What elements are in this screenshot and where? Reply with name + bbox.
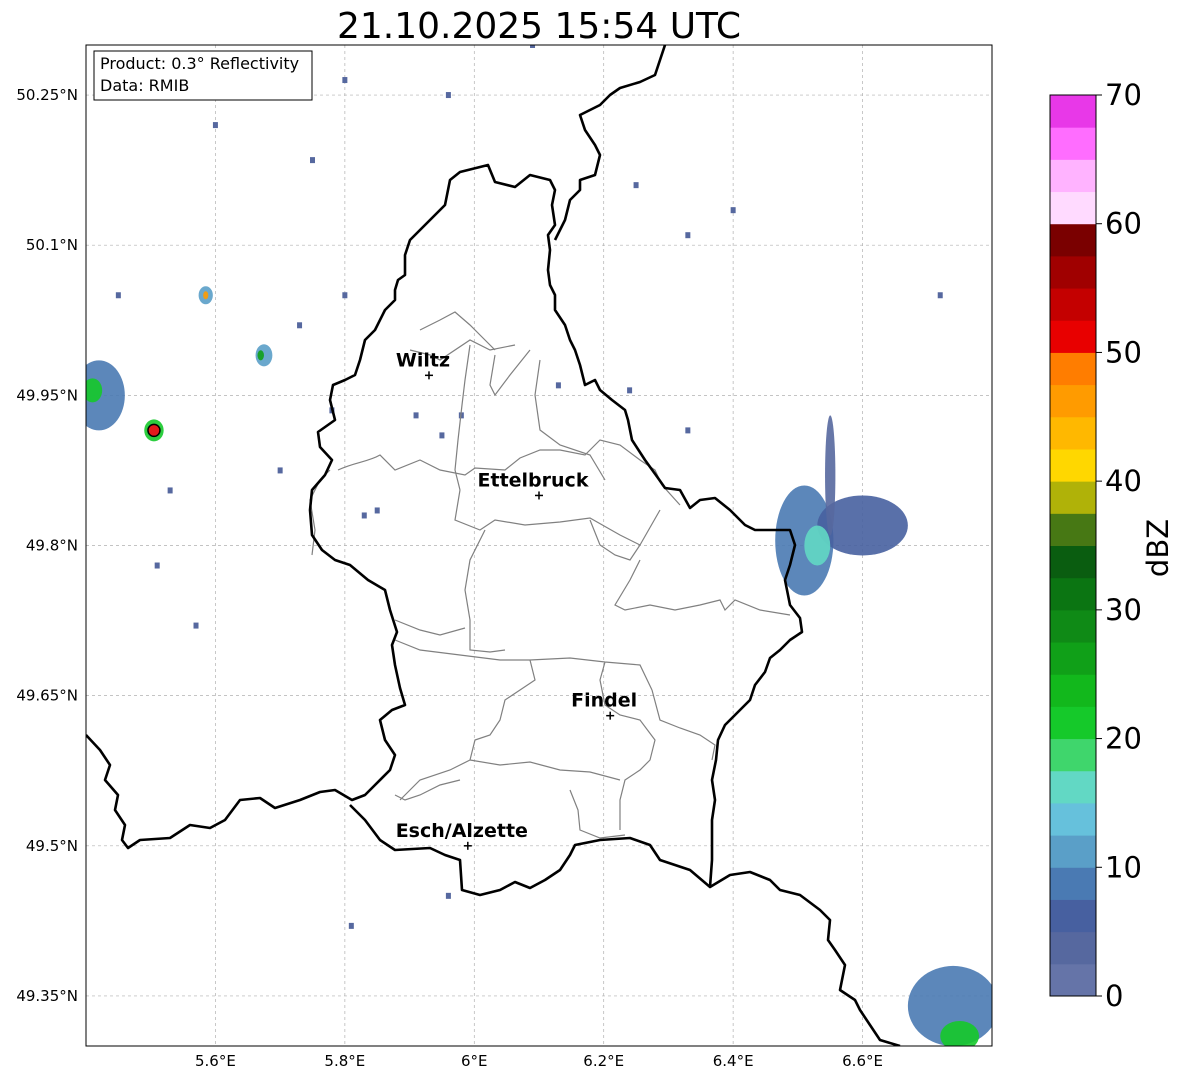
city-label: Ettelbruck	[478, 469, 589, 491]
colorbar-segment	[1050, 545, 1096, 579]
x-tick-label: 6.6°E	[842, 1052, 883, 1070]
colorbar-segment	[1050, 674, 1096, 707]
x-tick-label: 5.8°E	[324, 1052, 365, 1070]
radar-echo-speck	[277, 467, 283, 474]
radar-echo-speck	[348, 922, 354, 929]
city-label: Wiltz	[396, 349, 450, 371]
radar-echo-speck	[310, 157, 315, 164]
radar-echo-speck	[439, 432, 445, 439]
colorbar-tick-label: 30	[1105, 593, 1142, 627]
colorbar-segment	[1050, 706, 1096, 740]
radar-echo-speck	[154, 562, 160, 569]
colorbar-tick-label: 50	[1105, 335, 1142, 369]
colorbar-segment	[1050, 288, 1096, 321]
colorbar-segment	[1050, 191, 1096, 225]
colorbar-segment	[1050, 513, 1096, 546]
colorbar-segment	[1050, 416, 1096, 450]
colorbar-segment	[1050, 609, 1096, 643]
y-tick-label: 49.5°N	[26, 837, 78, 855]
radar-echo-speck	[342, 77, 348, 84]
colorbar-segment	[1050, 738, 1096, 772]
x-axis-ticks: 5.6°E 5.8°E 6°E 6.2°E 6.4°E 6.6°E	[195, 1052, 883, 1070]
colorbar-segment	[1050, 642, 1096, 675]
city-label: Findel	[571, 690, 637, 712]
colorbar-tick-label: 40	[1105, 464, 1142, 498]
colorbar-segment	[1050, 127, 1096, 160]
radar-echo	[940, 1020, 980, 1046]
colorbar-segment	[1050, 835, 1096, 868]
x-tick-label: 6°E	[461, 1052, 488, 1070]
y-tick-label: 50.25°N	[16, 86, 78, 104]
radar-echo-speck	[361, 512, 367, 519]
city-label: Esch/Alzette	[396, 820, 528, 842]
radar-echo	[203, 291, 209, 300]
y-axis-ticks: 50.25°N 50.1°N 49.95°N 49.8°N 49.65°N 49.5°N 4…	[16, 86, 78, 1005]
radar-echo-speck	[193, 622, 199, 629]
radar-echo-speck	[413, 412, 419, 419]
colorbar-segment	[1050, 802, 1096, 836]
radar-figure: 21.10.2025 15:54 UTC WiltzEttelbruckFind…	[16, 6, 1175, 1070]
radar-echo-speck	[445, 892, 451, 899]
info-product: Product: 0.3° Reflectivity	[100, 54, 299, 73]
colorbar-segment	[1050, 963, 1096, 997]
colorbar-tick-label: 0	[1105, 979, 1123, 1013]
x-tick-label: 5.6°E	[195, 1052, 236, 1070]
colorbar-ticks: 0 10 20 30 40 50 60 70	[1096, 78, 1142, 1013]
radar-echo-speck	[937, 292, 943, 299]
radar-echo	[825, 415, 836, 536]
y-tick-label: 49.35°N	[16, 987, 78, 1005]
y-tick-label: 49.95°N	[16, 386, 78, 404]
radar-site-dot	[147, 423, 161, 438]
radar-echo-speck	[297, 322, 303, 329]
colorbar-tick-label: 10	[1105, 850, 1142, 884]
radar-echo	[257, 350, 264, 361]
radar-echo-speck	[685, 232, 691, 239]
radar-echo-speck	[730, 207, 736, 214]
info-box: Product: 0.3° Reflectivity Data: RMIB	[93, 50, 313, 101]
radar-echo-speck	[445, 92, 451, 99]
info-data-source: Data: RMIB	[100, 76, 189, 95]
colorbar-segment	[1050, 223, 1096, 257]
colorbar-segment	[1050, 384, 1096, 418]
colorbar-segment	[1050, 481, 1096, 514]
colorbar-segment	[1050, 95, 1096, 128]
radar-echo-speck	[115, 292, 121, 299]
colorbar-tick-label: 20	[1105, 722, 1142, 756]
colorbar-segment	[1050, 448, 1096, 482]
colorbar-segment	[1050, 770, 1096, 804]
radar-echo-speck	[627, 387, 633, 394]
y-tick-label: 49.65°N	[16, 687, 78, 705]
radar-echo	[804, 525, 831, 566]
map-title: 21.10.2025 15:54 UTC	[337, 6, 741, 47]
radar-echo-speck	[212, 122, 218, 129]
radar-echo-speck	[633, 182, 639, 189]
colorbar-segment	[1050, 352, 1096, 386]
radar-echo-speck	[685, 427, 691, 434]
radar-site-marker	[147, 423, 161, 438]
colorbar-segment	[1050, 255, 1096, 289]
colorbar-segment	[1050, 867, 1096, 900]
radar-echo-speck	[374, 507, 380, 514]
radar-echo-speck	[342, 292, 348, 299]
colorbar-segment	[1050, 899, 1096, 933]
colorbar-segments	[1050, 95, 1096, 997]
y-tick-label: 50.1°N	[26, 236, 78, 254]
colorbar-label: dBZ	[1141, 519, 1175, 577]
x-tick-label: 6.2°E	[583, 1052, 624, 1070]
colorbar: 0 10 20 30 40 50 60 70 dBZ	[1049, 78, 1175, 1013]
colorbar-segment	[1050, 577, 1096, 611]
radar-echo-speck	[555, 382, 561, 389]
y-tick-label: 49.8°N	[26, 537, 78, 555]
colorbar-tick-label: 70	[1105, 78, 1142, 112]
x-tick-label: 6.4°E	[713, 1052, 754, 1070]
colorbar-tick-label: 60	[1105, 207, 1142, 241]
colorbar-segment	[1050, 159, 1096, 193]
radar-echo-speck	[167, 487, 173, 494]
colorbar-segment	[1050, 320, 1096, 353]
colorbar-segment	[1050, 931, 1096, 965]
